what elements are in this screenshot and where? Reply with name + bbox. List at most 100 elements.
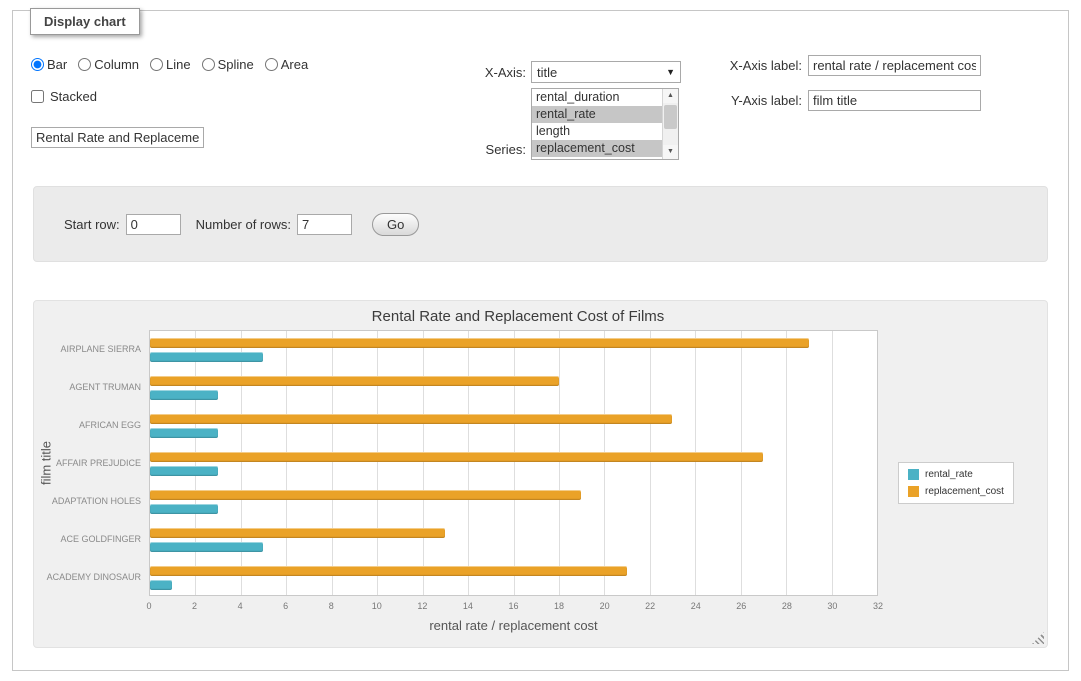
chart-type-radio-spline[interactable] — [202, 58, 215, 71]
x-axis-title: rental rate / replacement cost — [149, 618, 878, 633]
xaxis-select-value: title — [537, 65, 557, 80]
scroll-down-icon[interactable]: ▼ — [663, 145, 678, 159]
x-tick-label: 16 — [508, 601, 518, 611]
chart-type-label: Bar — [47, 57, 67, 72]
chart-type-column: Bar Column Line Spline Area Stacked — [31, 57, 308, 148]
yaxis-label-row: Y-Axis label: — [714, 90, 981, 111]
chart-type-option-spline[interactable]: Spline — [202, 57, 254, 72]
category-label: ADAPTATION HOLES — [41, 495, 141, 507]
y-axis-categories: AIRPLANE SIERRA AGENT TRUMAN AFRICAN EGG AF… — [41, 330, 141, 596]
gridline — [741, 331, 742, 595]
chart-controls: Bar Column Line Spline Area Stacked X-Axis: … — [13, 11, 1068, 186]
scroll-up-icon[interactable]: ▲ — [663, 89, 678, 103]
chart-type-label: Area — [281, 57, 308, 72]
xaxis-field-label: X-Axis: — [464, 65, 526, 80]
x-tick-label: 0 — [146, 601, 151, 611]
chart-type-options: Bar Column Line Spline Area — [31, 57, 308, 72]
chart-type-radio-column[interactable] — [78, 58, 91, 71]
yaxis-label-input[interactable] — [808, 90, 981, 111]
x-tick-label: 26 — [736, 601, 746, 611]
series-option-length[interactable]: length — [532, 123, 662, 140]
chart-legend: rental_rate replacement_cost — [898, 462, 1014, 504]
series-option-rental_rate[interactable]: rental_rate — [532, 106, 662, 123]
legend-swatch — [908, 469, 919, 480]
chart-panel: Rental Rate and Replacement Cost of Film… — [33, 300, 1048, 648]
chart-type-label: Spline — [218, 57, 254, 72]
legend-item-rental_rate: rental_rate — [908, 469, 1004, 480]
x-tick-label: 30 — [827, 601, 837, 611]
yaxis-label-field-label: Y-Axis label: — [714, 93, 802, 108]
x-tick-label: 32 — [873, 601, 883, 611]
x-tick-label: 4 — [238, 601, 243, 611]
start-row-input[interactable] — [126, 214, 181, 235]
x-tick-label: 6 — [283, 601, 288, 611]
chart-type-label: Column — [94, 57, 139, 72]
fieldset-legend: Display chart — [30, 8, 140, 35]
gridline — [423, 331, 424, 595]
resize-handle-icon[interactable] — [1032, 632, 1044, 644]
plot-area — [149, 330, 878, 596]
bar-replacement_cost — [150, 566, 627, 576]
series-field-label: Series: — [464, 142, 526, 160]
go-button[interactable]: Go — [372, 213, 419, 236]
gridline — [695, 331, 696, 595]
bar-replacement_cost — [150, 528, 445, 538]
chart-type-label: Line — [166, 57, 191, 72]
series-option-replacement_cost[interactable]: replacement_cost — [532, 140, 662, 157]
bar-replacement_cost — [150, 376, 559, 386]
scrollbar-thumb[interactable] — [664, 105, 677, 129]
x-tick-label: 20 — [600, 601, 610, 611]
chart-title-input[interactable] — [31, 127, 204, 148]
bar-replacement_cost — [150, 490, 581, 500]
category-label: AFRICAN EGG — [41, 419, 141, 431]
chart-title: Rental Rate and Replacement Cost of Film… — [34, 308, 1002, 325]
xaxis-label-field-label: X-Axis label: — [714, 58, 802, 73]
legend-label: rental_rate — [925, 469, 973, 480]
x-tick-label: 24 — [691, 601, 701, 611]
x-tick-label: 8 — [329, 601, 334, 611]
bar-rental_rate — [150, 466, 218, 476]
series-field-row: Series: rental_durationrental_ratelength… — [464, 88, 681, 160]
stacked-checkbox[interactable] — [31, 90, 44, 103]
x-tick-label: 18 — [554, 601, 564, 611]
bar-replacement_cost — [150, 338, 809, 348]
gridline — [468, 331, 469, 595]
bar-replacement_cost — [150, 452, 763, 462]
num-rows-input[interactable] — [297, 214, 352, 235]
series-option-rental_duration[interactable]: rental_duration — [532, 89, 662, 106]
scrollbar-track[interactable] — [663, 103, 678, 145]
gridline — [650, 331, 651, 595]
gridline — [195, 331, 196, 595]
chart-type-radio-bar[interactable] — [31, 58, 44, 71]
chart-type-option-column[interactable]: Column — [78, 57, 139, 72]
xaxis-label-input[interactable] — [808, 55, 981, 76]
legend-label: replacement_cost — [925, 486, 1004, 497]
axis-series-column: X-Axis: title ▼ Series: rental_durationr… — [464, 61, 681, 160]
gridline — [604, 331, 605, 595]
legend-swatch — [908, 486, 919, 497]
x-axis-ticks: 02468101214161820222426283032 — [149, 601, 878, 613]
xaxis-field-row: X-Axis: title ▼ — [464, 61, 681, 83]
category-label: ACE GOLDFINGER — [41, 533, 141, 545]
category-label: AGENT TRUMAN — [41, 381, 141, 393]
x-tick-label: 10 — [372, 601, 382, 611]
series-listbox-options: rental_durationrental_ratelengthreplacem… — [532, 89, 662, 159]
bar-rental_rate — [150, 504, 218, 514]
axis-labels-column: X-Axis label: Y-Axis label: — [714, 55, 981, 111]
bar-replacement_cost — [150, 414, 672, 424]
gridline — [286, 331, 287, 595]
bar-rental_rate — [150, 580, 172, 590]
chart-type-option-area[interactable]: Area — [265, 57, 308, 72]
chart-type-option-line[interactable]: Line — [150, 57, 191, 72]
xaxis-select[interactable]: title ▼ — [531, 61, 681, 83]
category-label: AIRPLANE SIERRA — [41, 343, 141, 355]
series-listbox[interactable]: rental_durationrental_ratelengthreplacem… — [531, 88, 679, 160]
x-tick-label: 14 — [463, 601, 473, 611]
chart-type-option-bar[interactable]: Bar — [31, 57, 67, 72]
series-scrollbar[interactable]: ▲ ▼ — [662, 89, 678, 159]
stacked-option[interactable]: Stacked — [31, 89, 308, 104]
chart-type-radio-area[interactable] — [265, 58, 278, 71]
bar-rental_rate — [150, 390, 218, 400]
category-label: AFFAIR PREJUDICE — [41, 457, 141, 469]
chart-type-radio-line[interactable] — [150, 58, 163, 71]
